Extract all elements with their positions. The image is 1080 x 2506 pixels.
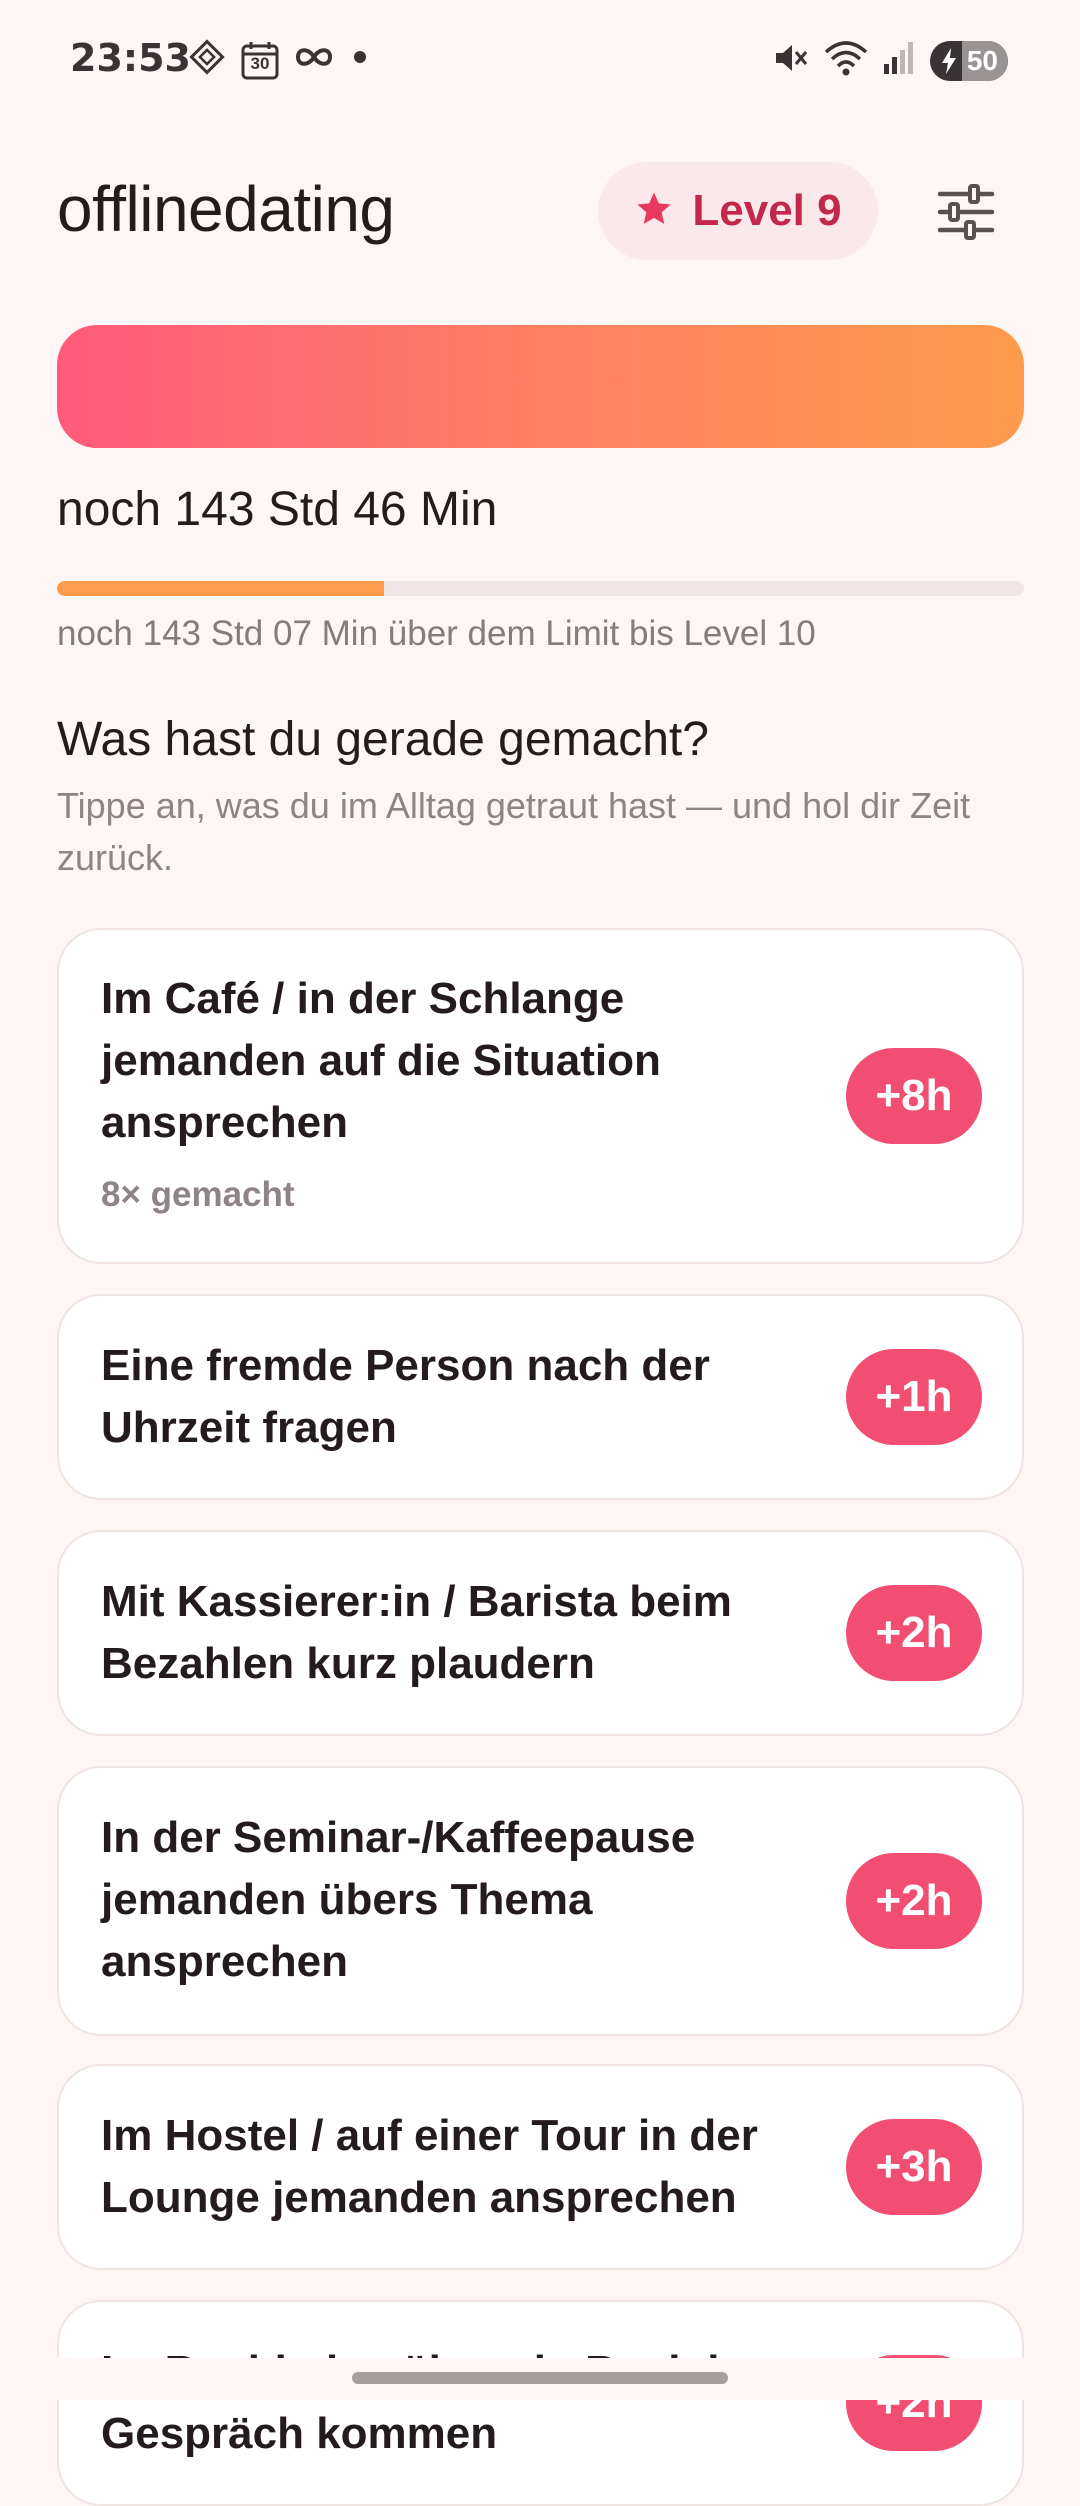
level-progress-bar: [57, 581, 1024, 596]
calendar-icon: 30: [240, 40, 280, 80]
time-reward-badge: +2h: [846, 1853, 982, 1949]
section-subtitle: Tippe an, was du im Alltag getraut hast …: [57, 785, 971, 878]
diamond-icon: [188, 38, 226, 81]
wifi-icon: [824, 38, 868, 83]
remaining-time: noch 143 Std 46 Min: [57, 483, 498, 536]
app-title: offlinedating: [57, 173, 395, 245]
action-card-hostel[interactable]: Im Hostel / auf einer Tour in der Lounge…: [57, 2064, 1024, 2270]
action-card-text: In der Seminar-/Kaffeepause jemanden übe…: [101, 1813, 696, 1986]
star-icon: [634, 189, 674, 234]
time-reward-badge: +2h: [846, 1585, 982, 1681]
time-reward-badge: +8h: [846, 1048, 982, 1144]
level-badge[interactable]: Level 9: [598, 162, 878, 260]
action-card-ask-time[interactable]: Eine fremde Person nach der Uhrzeit frag…: [57, 1294, 1024, 1500]
mute-icon: [770, 38, 810, 83]
limit-text: noch 143 Std 07 Min über dem Limit bis L…: [57, 614, 816, 653]
signal-icon: [882, 40, 916, 81]
action-card-cashier[interactable]: Mit Kassierer:in / Barista beim Bezahlen…: [57, 1530, 1024, 1736]
section-title: Was hast du gerade gemacht?: [57, 713, 709, 766]
time-reward-badge: +3h: [846, 2119, 982, 2215]
filter-settings-button[interactable]: [920, 168, 1012, 260]
action-card-text: Eine fremde Person nach der Uhrzeit frag…: [101, 1341, 710, 1452]
action-card-text: Im Café / in der Schlange jemanden auf d…: [101, 974, 661, 1147]
status-left-icons: 30: [188, 38, 372, 81]
action-card-seminar[interactable]: In der Seminar-/Kaffeepause jemanden übe…: [57, 1766, 1024, 2036]
level-progress-fill: [57, 581, 384, 596]
gradient-banner: [57, 325, 1024, 448]
action-card-count: 8× gemacht: [101, 1175, 295, 1214]
dot-icon: [348, 45, 372, 74]
battery-icon: 50: [930, 40, 1008, 81]
time-reward-badge: +1h: [846, 1349, 982, 1445]
battery-level: 50: [966, 44, 998, 76]
action-card-bookstore[interactable]: Im Buchladen über ein Buch ins Gespräch …: [57, 2300, 1024, 2506]
sliders-icon: [936, 183, 996, 245]
status-bar: 23:53 30 50: [0, 0, 1080, 120]
level-label: Level 9: [692, 186, 842, 235]
action-card-text: Mit Kassierer:in / Barista beim Bezahlen…: [101, 1577, 732, 1688]
action-card-cafe[interactable]: Im Café / in der Schlange jemanden auf d…: [57, 928, 1024, 1264]
status-right-icons: 50: [770, 38, 1008, 83]
calendar-day: 30: [250, 53, 270, 73]
home-indicator[interactable]: [352, 2372, 728, 2384]
action-card-text: Im Hostel / auf einer Tour in der Lounge…: [101, 2111, 758, 2222]
infinity-icon: [294, 44, 334, 75]
status-time: 23:53: [70, 36, 191, 80]
